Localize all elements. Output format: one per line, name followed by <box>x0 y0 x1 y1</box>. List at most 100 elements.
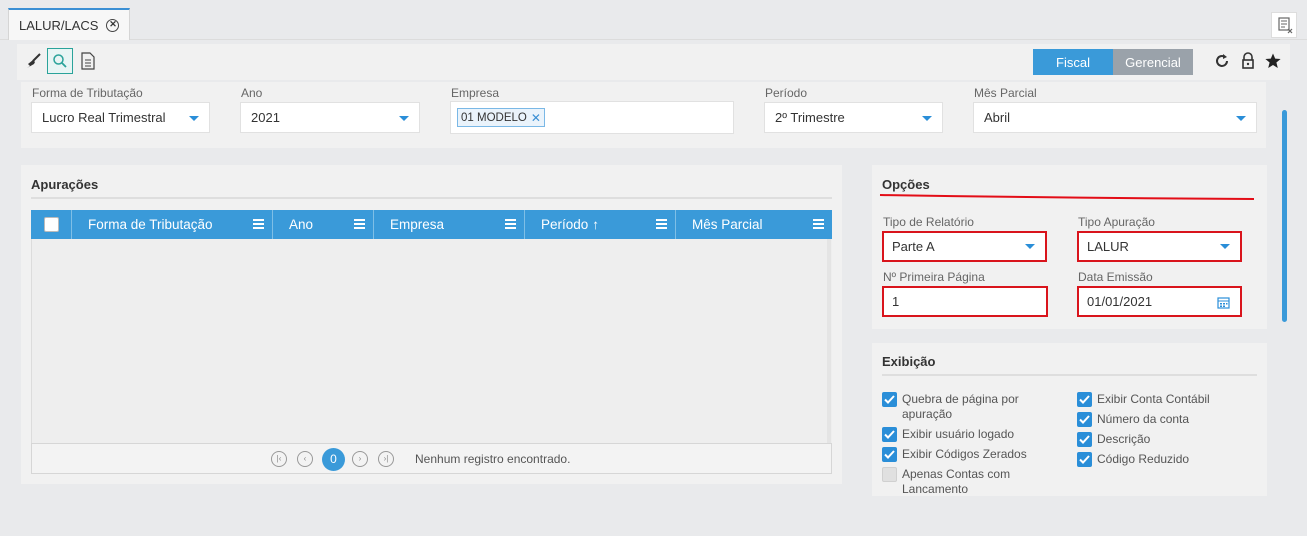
next-page-icon[interactable]: › <box>352 451 368 467</box>
divider <box>882 374 1257 376</box>
column-label: Empresa <box>390 217 445 232</box>
filter-panel: Forma de Tributação Lucro Real Trimestra… <box>21 82 1266 148</box>
checkbox-label: Apenas Contas com Lancamento <box>902 467 1011 496</box>
checkbox-label: Exibir Conta Contábil <box>1097 392 1210 406</box>
chevron-down-icon <box>922 116 932 121</box>
star-icon[interactable] <box>1260 48 1286 74</box>
periodo-label: Período <box>765 86 808 100</box>
empresa-chip-label: 01 MODELO <box>461 111 527 124</box>
unchecked-box-icon[interactable] <box>882 467 897 482</box>
page-scrollbar[interactable] <box>1282 110 1287 322</box>
checkbox-apenas-contas[interactable]: Apenas Contas com Lancamento <box>882 467 1042 497</box>
check-icon[interactable] <box>882 392 897 407</box>
column-menu-icon[interactable] <box>505 219 516 229</box>
sort-ascending-icon: ↑ <box>592 217 600 232</box>
calendar-icon[interactable] <box>1217 296 1230 309</box>
check-icon[interactable] <box>882 427 897 442</box>
check-icon[interactable] <box>1077 432 1092 447</box>
select-all-checkbox[interactable] <box>43 217 59 232</box>
first-page-icon[interactable]: |‹ <box>271 451 287 467</box>
chevron-down-icon <box>1236 116 1246 121</box>
chevron-down-icon <box>189 116 199 121</box>
forma-tributacao-value: Lucro Real Trimestral <box>42 110 166 125</box>
forma-tributacao-select[interactable]: Lucro Real Trimestral <box>31 102 210 133</box>
pager-message: Nenhum registro encontrado. <box>415 452 571 466</box>
close-all-tabs-icon[interactable] <box>1271 12 1297 38</box>
grid-body <box>31 239 832 443</box>
checkbox-codigos-zerados[interactable]: Exibir Códigos Zerados <box>882 447 1057 462</box>
broom-icon[interactable] <box>21 48 47 74</box>
column-ano[interactable]: Ano <box>273 210 374 239</box>
lock-icon[interactable] <box>1235 48 1261 74</box>
column-label: Ano <box>289 217 314 232</box>
check-icon[interactable] <box>1077 452 1092 467</box>
checkbox-label: Descrição <box>1097 432 1151 446</box>
data-emissao-value: 01/01/2021 <box>1087 294 1153 309</box>
tipo-apuracao-select[interactable]: LALUR <box>1077 231 1242 262</box>
chevron-down-icon <box>399 116 409 121</box>
checkbox-usuario-logado[interactable]: Exibir usuário logado <box>882 427 1057 442</box>
column-periodo[interactable]: Período ↑ <box>525 210 676 239</box>
tipo-apuracao-label: Tipo Apuração <box>1078 215 1155 229</box>
gerencial-button[interactable]: Gerencial <box>1113 49 1193 75</box>
column-empresa[interactable]: Empresa <box>374 210 525 239</box>
column-menu-icon[interactable] <box>656 219 667 229</box>
checkbox-label: Quebra de página por apuração <box>902 392 1019 421</box>
checkbox-descricao[interactable]: Descrição <box>1077 432 1257 447</box>
column-mes-parcial[interactable]: Mês Parcial <box>676 210 832 239</box>
tab-bar: LALUR/LACS ✕ <box>0 0 1307 40</box>
close-icon[interactable]: ✕ <box>106 18 120 32</box>
search-icon[interactable] <box>47 48 73 74</box>
column-label: Período <box>541 217 589 232</box>
data-emissao-label: Data Emissão <box>1078 270 1153 284</box>
tipo-relatorio-select[interactable]: Parte A <box>882 231 1047 262</box>
periodo-value: 2º Trimestre <box>775 110 845 125</box>
checkbox-label: Exibir Códigos Zerados <box>902 447 1027 461</box>
primeira-pagina-value: 1 <box>892 294 900 309</box>
empresa-chip: 01 MODELO ✕ <box>457 108 545 127</box>
column-menu-icon[interactable] <box>354 219 365 229</box>
empresa-multiselect[interactable]: 01 MODELO ✕ <box>450 101 734 134</box>
mes-parcial-select[interactable]: Abril <box>973 102 1257 133</box>
checkbox-conta-contabil[interactable]: Exibir Conta Contábil <box>1077 392 1257 407</box>
mes-parcial-value: Abril <box>984 110 1011 125</box>
refresh-icon[interactable] <box>1209 48 1235 74</box>
remove-icon[interactable]: ✕ <box>531 111 541 125</box>
ano-select[interactable]: 2021 <box>240 102 420 133</box>
periodo-select[interactable]: 2º Trimestre <box>764 102 943 133</box>
report-icon[interactable] <box>75 48 101 74</box>
checkbox-numero-conta[interactable]: Número da conta <box>1077 412 1257 427</box>
current-page[interactable]: 0 <box>322 448 345 471</box>
column-menu-icon[interactable] <box>253 219 264 229</box>
check-icon[interactable] <box>1077 412 1092 427</box>
tab-lalur-lacs[interactable]: LALUR/LACS ✕ <box>8 8 131 40</box>
grid-scrollbar[interactable] <box>827 239 831 443</box>
apuracoes-title: Apurações <box>31 177 99 192</box>
checkbox-quebra-pagina[interactable]: Quebra de página por apuração <box>882 392 1057 422</box>
chevron-down-icon <box>1220 244 1230 249</box>
pager: |‹ ‹ 0 › ›| Nenhum registro encontrado. <box>31 443 832 474</box>
tipo-relatorio-label: Tipo de Relatório <box>883 215 974 229</box>
checkbox-codigo-reduzido[interactable]: Código Reduzido <box>1077 452 1257 467</box>
annotation-underline <box>879 194 1255 200</box>
primeira-pagina-label: Nº Primeira Página <box>883 270 985 284</box>
divider <box>31 197 832 199</box>
check-icon[interactable] <box>882 447 897 462</box>
empresa-label: Empresa <box>451 86 500 100</box>
checkbox-label: Código Reduzido <box>1097 452 1190 466</box>
column-forma-tributacao[interactable]: Forma de Tributação <box>72 210 273 239</box>
select-all-column <box>31 210 72 239</box>
opcoes-title: Opções <box>882 177 930 192</box>
column-label: Forma de Tributação <box>88 217 213 232</box>
primeira-pagina-input[interactable]: 1 <box>882 286 1048 317</box>
exibicao-title: Exibição <box>882 354 936 369</box>
prev-page-icon[interactable]: ‹ <box>297 451 313 467</box>
tipo-relatorio-value: Parte A <box>892 239 935 254</box>
last-page-icon[interactable]: ›| <box>378 451 394 467</box>
fiscal-button[interactable]: Fiscal <box>1033 49 1113 75</box>
data-emissao-input[interactable]: 01/01/2021 <box>1077 286 1242 317</box>
column-menu-icon[interactable] <box>813 219 824 229</box>
chevron-down-icon <box>1025 244 1035 249</box>
mes-parcial-label: Mês Parcial <box>974 86 1037 100</box>
check-icon[interactable] <box>1077 392 1092 407</box>
